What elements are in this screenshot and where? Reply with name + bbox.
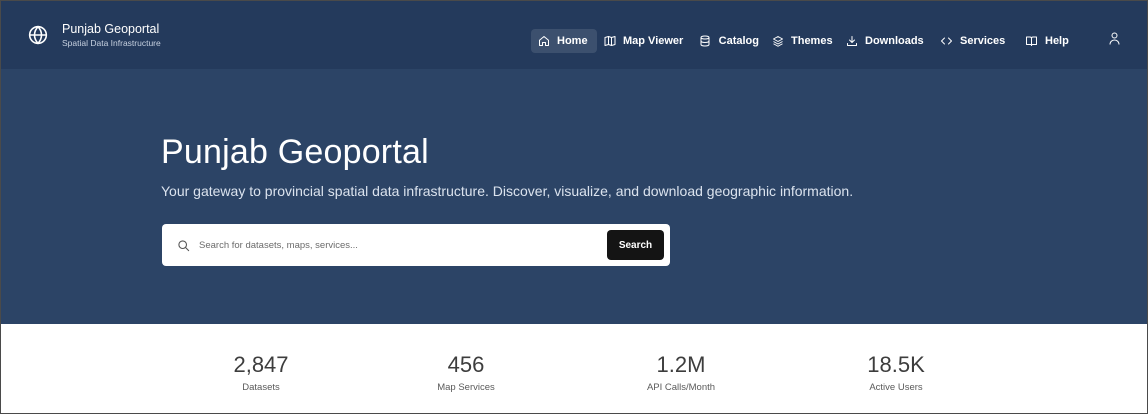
user-menu-button[interactable] <box>1106 32 1122 50</box>
search-bar: Search <box>162 224 670 266</box>
nav-item-downloads[interactable]: Downloads <box>839 29 934 53</box>
nav-item-label: Catalog <box>718 35 759 47</box>
stat-map-services: 456 Map Services <box>386 352 546 395</box>
hero-subtitle: Your gateway to provincial spatial data … <box>161 183 854 199</box>
stat-value: 2,847 <box>233 352 289 377</box>
map-icon <box>603 35 616 48</box>
stat-label: Map Services <box>437 382 495 393</box>
download-icon <box>845 35 858 48</box>
page: Punjab Geoportal Spatial Data Infrastruc… <box>0 0 1148 414</box>
nav-item-label: Services <box>960 35 1006 47</box>
code-icon <box>940 35 953 48</box>
book-icon <box>1025 35 1038 48</box>
nav-item-label: Map Viewer <box>623 35 684 47</box>
brand-titles: Punjab Geoportal Spatial Data Infrastruc… <box>62 22 161 49</box>
stat-datasets: 2,847 Datasets <box>181 352 341 395</box>
layers-icon <box>771 35 784 48</box>
stat-label: API Calls/Month <box>646 382 716 393</box>
stat-label: Datasets <box>242 382 280 393</box>
stat-api-calls: 1.2M API Calls/Month <box>601 352 761 395</box>
search-icon <box>176 238 190 252</box>
user-icon <box>1109 32 1120 50</box>
nav-item-label: Help <box>1045 35 1069 47</box>
nav-item-label: Downloads <box>865 35 924 47</box>
stat-label: Active Users <box>869 382 923 393</box>
nav-item-label: Themes <box>791 35 833 47</box>
nav-item-catalog[interactable]: Catalog <box>693 29 765 53</box>
search-input[interactable] <box>199 239 599 251</box>
brand-title: Punjab Geoportal <box>62 21 160 36</box>
brand[interactable]: Punjab Geoportal Spatial Data Infrastruc… <box>27 1 161 69</box>
stat-value: 18.5K <box>867 352 925 377</box>
home-icon <box>537 35 550 48</box>
hero-title: Punjab Geoportal <box>161 133 429 171</box>
nav-item-label: Home <box>557 35 588 47</box>
stat-value: 1.2M <box>656 352 706 377</box>
stat-value: 456 <box>447 352 485 377</box>
nav-item-help[interactable]: Help <box>1019 29 1077 53</box>
database-icon <box>699 35 712 48</box>
brand-subtitle: Spatial Data Infrastructure <box>62 37 161 48</box>
search-button[interactable]: Search <box>607 230 664 260</box>
hero-section: Punjab Geoportal Your gateway to provinc… <box>1 69 1147 324</box>
top-navigation-bar: Punjab Geoportal Spatial Data Infrastruc… <box>1 1 1147 69</box>
nav-item-services[interactable]: Services <box>934 29 1019 53</box>
nav-item-map-viewer[interactable]: Map Viewer <box>597 29 693 53</box>
stat-active-users: 18.5K Active Users <box>816 352 976 395</box>
nav-item-home[interactable]: Home <box>531 29 597 53</box>
main-nav: Home Map Viewer Catalog Themes Downloads… <box>531 29 1077 53</box>
stats-section: 2,847 Datasets 456 Map Services 1.2M API… <box>1 324 1147 413</box>
globe-icon <box>27 24 49 46</box>
nav-item-themes[interactable]: Themes <box>765 29 839 53</box>
